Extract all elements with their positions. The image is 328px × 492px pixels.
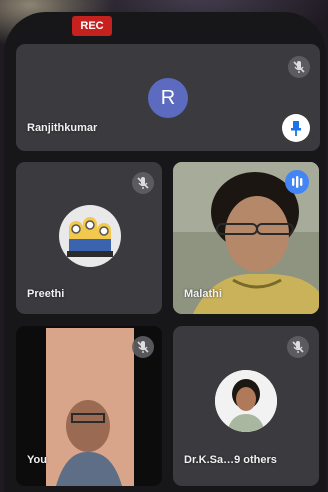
participant-name: Malathi [184,288,222,300]
participant-tile-malathi[interactable]: Malathi [173,162,319,314]
recording-badge: REC [72,16,112,36]
pin-button[interactable] [282,114,310,142]
participant-name: Dr.K.Sa…9 others [184,454,277,466]
speaking-indicator-icon [285,170,309,194]
avatar-minions [59,205,121,267]
participant-name: Preethi [27,288,65,300]
mic-off-icon [132,336,154,358]
avatar: R [148,78,188,118]
mic-off-icon [287,336,309,358]
mic-off-icon [132,172,154,194]
avatar-photo [215,370,277,432]
participant-tile-preethi[interactable]: Preethi [16,162,162,314]
mic-off-icon [288,56,310,78]
participant-name: Ranjithkumar [27,122,98,134]
participant-name: You [27,454,47,466]
participant-tile-ranjithkumar[interactable]: R Ranjithkumar [16,44,320,151]
participant-tile-others[interactable]: Dr.K.Sa…9 others [173,326,319,486]
participant-tile-you[interactable]: You [16,326,162,486]
